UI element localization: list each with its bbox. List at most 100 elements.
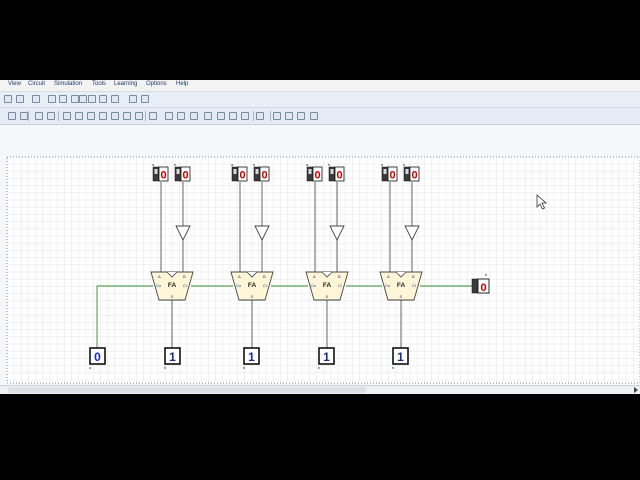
zoom-out-icon[interactable]: [99, 95, 107, 103]
toolbar-separator: [28, 111, 29, 121]
main-toolbar: [0, 92, 640, 108]
full-adder-2-s-pin: S: [326, 294, 329, 299]
full-adder-3-co-pin: Co: [385, 283, 391, 288]
full-adder-2-b-pin: B: [338, 274, 341, 279]
nor-gate-icon[interactable]: [111, 112, 119, 120]
sum-display-0-value: 1: [169, 350, 176, 364]
toolbar-separator: [270, 111, 271, 121]
clock-icon[interactable]: [285, 112, 293, 120]
label-icon[interactable]: [273, 112, 281, 120]
hand-icon[interactable]: [111, 95, 119, 103]
display-icon[interactable]: [256, 112, 264, 120]
xnor-gate-icon[interactable]: [135, 112, 143, 120]
full-adder-0-co-pin: Co: [156, 283, 162, 288]
menu-bar: View Circuit Simulation Tools Learning O…: [0, 80, 640, 92]
full-adder-1-s-pin: S: [251, 294, 254, 299]
switch-a0-toggle-lever: [154, 169, 158, 174]
register-icon[interactable]: [177, 112, 185, 120]
wire-icon[interactable]: [20, 112, 28, 120]
full-adder-1-b-pin: B: [263, 274, 266, 279]
application-window: View Circuit Simulation Tools Learning O…: [0, 80, 640, 394]
switch-a2-toggle-lever: [308, 169, 312, 174]
settings-icon[interactable]: [141, 95, 149, 103]
full-adder-1-label: FA: [248, 282, 257, 289]
counter-icon[interactable]: [190, 112, 198, 120]
mux-icon[interactable]: [204, 112, 212, 120]
pin-icon[interactable]: [47, 112, 55, 120]
menu-simulation[interactable]: Simulation: [54, 81, 82, 87]
full-adder-1-ci-pin: Ci: [263, 283, 267, 288]
select-icon[interactable]: [8, 112, 16, 120]
full-adder-0-label: FA: [168, 282, 177, 289]
full-adder-2-ci-pin: Ci: [338, 283, 342, 288]
circuit-canvas-area[interactable]: a 0 b 0 FA A B Co Ci S 1 b a 0 b 0 FA A B Co Ci S 1 b a 0 b 0 FA A B Co…: [0, 125, 640, 385]
nand-gate-icon[interactable]: [99, 112, 107, 120]
switch-b2-toggle-lever: [330, 169, 334, 174]
sum-display-3-value: 1: [397, 350, 404, 364]
carry-in-value: 0: [94, 350, 101, 364]
cut-icon[interactable]: [48, 95, 56, 103]
full-adder-2-a-pin: A: [313, 274, 316, 279]
full-adder-3-a-pin: A: [387, 274, 390, 279]
switch-b0-toggle-lever: [176, 169, 180, 174]
full-adder-2-label: FA: [323, 282, 332, 289]
decoder-icon[interactable]: [217, 112, 225, 120]
full-adder-3-label: FA: [397, 282, 406, 289]
keyboard-icon[interactable]: [310, 112, 318, 120]
carry-out-value: 0: [480, 282, 486, 294]
toolbar-separator: [253, 111, 254, 121]
menu-view[interactable]: View: [8, 81, 21, 87]
print-icon[interactable]: [16, 95, 24, 103]
or-gate-icon[interactable]: [75, 112, 83, 120]
full-adder-2-co-pin: Co: [311, 283, 317, 288]
menu-options[interactable]: Options: [146, 81, 167, 87]
undo-icon[interactable]: [32, 95, 40, 103]
full-adder-1-a-pin: A: [238, 274, 241, 279]
switch-a0-value: 0: [160, 170, 166, 182]
new-file-icon[interactable]: [4, 95, 12, 103]
full-adder-0-s-pin: S: [171, 294, 174, 299]
led-icon[interactable]: [297, 112, 305, 120]
menu-circuit[interactable]: Circuit: [28, 81, 45, 87]
zoom-in-icon[interactable]: [88, 95, 96, 103]
toolbar-separator: [145, 111, 146, 121]
full-adder-0-b-pin: B: [183, 274, 186, 279]
switch-b3-value: 0: [411, 170, 417, 182]
switch-a1-value: 0: [239, 170, 245, 182]
switch-b3-toggle-lever: [405, 169, 409, 174]
sum-display-1-value: 1: [248, 350, 255, 364]
full-adder-3-b-pin: B: [412, 274, 415, 279]
menu-tools[interactable]: Tools: [92, 81, 106, 87]
switch-a2-value: 0: [314, 170, 320, 182]
toolbar-separator: [58, 111, 59, 121]
sum-display-2-value: 1: [323, 350, 330, 364]
switch-a1-toggle-lever: [233, 169, 237, 174]
adder-icon[interactable]: [229, 112, 237, 120]
flipflop-icon[interactable]: [165, 112, 173, 120]
full-adder-0-a-pin: A: [158, 274, 161, 279]
circuit-canvas[interactable]: a0b0FAA BCo CiS1ba0b0FAA BCo CiS1ba0b0FAA BCo…: [0, 125, 640, 385]
menu-help[interactable]: Help: [176, 81, 188, 87]
not-gate-icon[interactable]: [87, 112, 95, 120]
buffer-icon[interactable]: [149, 112, 157, 120]
copy-icon[interactable]: [59, 95, 67, 103]
menu-learning[interactable]: Learning: [114, 81, 137, 87]
mouse-pointer-icon: [536, 194, 548, 210]
switch-b1-value: 0: [261, 170, 267, 182]
paste-icon[interactable]: [71, 95, 79, 103]
switch-a3-toggle-lever: [383, 169, 387, 174]
scrollbar-thumb[interactable]: [8, 387, 366, 393]
switch-a3-value: 0: [389, 170, 395, 182]
horizontal-scrollbar[interactable]: [0, 385, 640, 394]
play-icon[interactable]: [129, 95, 137, 103]
components-toolbar: [0, 108, 640, 125]
memory-icon[interactable]: [241, 112, 249, 120]
and-gate-icon[interactable]: [63, 112, 71, 120]
junction-icon[interactable]: [35, 112, 43, 120]
scroll-right-icon[interactable]: [634, 387, 638, 393]
delete-icon[interactable]: [79, 95, 87, 103]
switch-b1-toggle-lever: [255, 169, 259, 174]
switch-b2-value: 0: [336, 170, 342, 182]
carry-out-tab: [471, 278, 479, 294]
xor-gate-icon[interactable]: [123, 112, 131, 120]
